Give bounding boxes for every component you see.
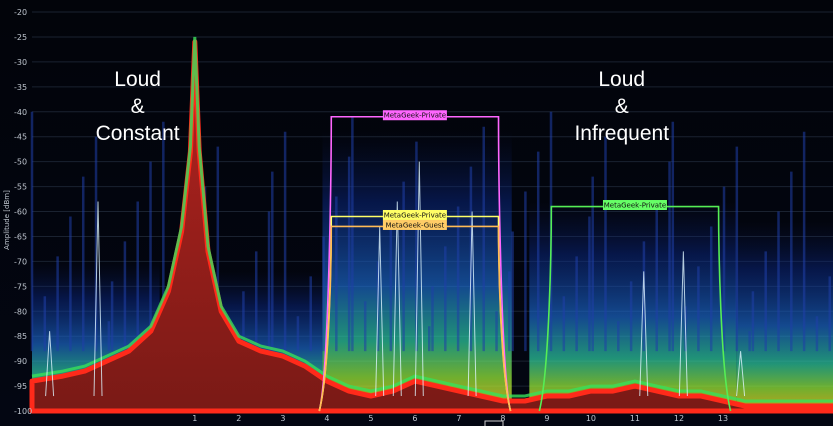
x-tick-label: 2 <box>236 414 241 423</box>
x-tick-label: 1 <box>192 414 197 423</box>
y-tick-label: -55 <box>14 183 27 192</box>
x-tick-label: 10 <box>586 414 596 423</box>
x-tick-label: 4 <box>324 414 329 423</box>
activity-band <box>736 221 833 411</box>
y-tick-label: -85 <box>14 332 27 341</box>
y-tick-label: -50 <box>14 158 27 167</box>
x-tick-label: 6 <box>412 414 417 423</box>
x-tick-label: 7 <box>456 414 461 423</box>
network-label: MetaGeek-Private <box>384 211 446 219</box>
x-tick-label: 9 <box>544 414 549 423</box>
y-tick-label: -75 <box>14 282 27 291</box>
network-label: MetaGeek-Guest <box>385 221 444 229</box>
x-tick-label: 13 <box>718 414 728 423</box>
x-tick-label: 5 <box>368 414 373 423</box>
y-tick-label: -70 <box>14 257 27 266</box>
x-tick-label: 11 <box>630 414 640 423</box>
y-tick-label: -30 <box>14 58 27 67</box>
y-axis-label: Amplitude [dBm] <box>3 190 11 250</box>
y-tick-label: -80 <box>14 307 27 316</box>
spectrum-chart: MetaGeek-Private MetaGeek-Private MetaGeek… <box>0 0 833 426</box>
y-tick-label: -25 <box>14 33 27 42</box>
network-label: MetaGeek-Private <box>604 202 666 210</box>
activity-band <box>529 201 737 411</box>
y-tick-label: -20 <box>14 8 27 17</box>
y-tick-label: -90 <box>14 357 27 366</box>
y-tick-label: -40 <box>14 108 27 117</box>
x-tick-label: 12 <box>674 414 684 423</box>
y-tick-label: -65 <box>14 232 27 241</box>
x-tick-label: 3 <box>280 414 285 423</box>
y-tick-label: -35 <box>14 83 27 92</box>
y-tick-label: -45 <box>14 133 27 142</box>
network-label: MetaGeek-Private <box>384 112 446 120</box>
y-tick-label: -60 <box>14 208 27 217</box>
y-tick-label: -100 <box>14 407 32 416</box>
y-tick-label: -95 <box>14 382 27 391</box>
